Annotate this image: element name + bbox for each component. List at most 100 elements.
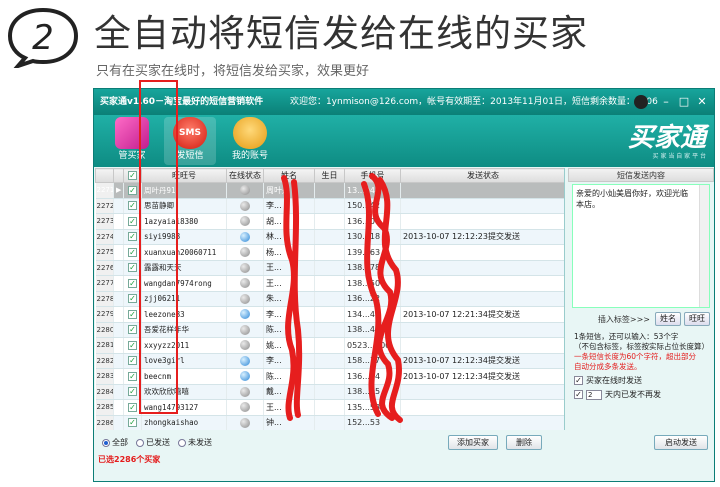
select-all-checkbox[interactable]: ✓ (128, 171, 137, 180)
check-icon[interactable]: ✓ (128, 185, 137, 195)
check-icon[interactable]: ✓ (128, 387, 137, 397)
logo-text: 买家通 (627, 123, 706, 153)
skip-sent-checkbox[interactable]: ✓ (574, 390, 583, 399)
row-number: 2272 (95, 198, 114, 214)
header-online[interactable]: 在线状态 (226, 168, 264, 183)
cell-online-status (226, 291, 264, 307)
offline-globe-icon (240, 402, 250, 413)
warning-line1: 一条短信长度为60个字符，超出部分 (574, 352, 697, 361)
filter-all[interactable]: 全部 (102, 437, 128, 448)
tag-note-line: （不包含标签，标签按实际占位长度算） (574, 342, 709, 351)
check-icon[interactable]: ✓ (128, 356, 137, 366)
row-pointer (113, 384, 124, 400)
check-icon[interactable]: ✓ (128, 232, 137, 242)
offline-globe-icon (240, 247, 250, 258)
cell-name: 戴... (263, 384, 315, 400)
row-pointer (113, 415, 124, 430)
check-icon[interactable]: ✓ (128, 371, 137, 381)
minimize-icon[interactable]: – (658, 94, 674, 110)
cell-birthday (314, 275, 345, 292)
cell-phone: 136...84 (344, 368, 401, 385)
check-icon[interactable]: ✓ (128, 247, 137, 257)
check-icon[interactable]: ✓ (128, 402, 137, 412)
cell-online-status (226, 368, 264, 385)
radio-icon[interactable] (102, 438, 110, 447)
add-buyer-button[interactable]: 添加买家 (448, 435, 498, 450)
cell-birthday (314, 182, 345, 199)
header-phone[interactable]: 手机号 (344, 168, 401, 183)
row-number: 2283 (95, 368, 114, 385)
check-icon[interactable]: ✓ (128, 278, 137, 288)
cell-send-status (400, 322, 564, 338)
row-number: 2275 (95, 244, 114, 261)
maximize-icon[interactable]: □ (676, 94, 692, 110)
online-globe-icon (240, 355, 250, 366)
table-row[interactable]: 2286 ✓ zhongkaishao 钟... 152...53 (95, 415, 564, 430)
cell-name: 杨... (263, 244, 315, 261)
char-count-line: 1条短信，还可以输入：53个字 (574, 332, 679, 341)
radio-icon[interactable] (178, 438, 186, 447)
main-toolbar: 管买家 SMS 发短信 我的账号 买家通 买 家 当 自 家 平 台 (94, 115, 714, 167)
filter-sent[interactable]: 已发送 (136, 437, 170, 448)
check-icon[interactable]: ✓ (128, 216, 137, 226)
cell-phone: 138...78 (344, 260, 401, 276)
header-arrow (113, 168, 124, 183)
length-warning: 一条短信长度为60个字符，超出部分 自动分成多条发送。 (574, 352, 710, 372)
check-icon[interactable]: ✓ (128, 418, 137, 428)
cell-online-status (226, 306, 264, 323)
row-pointer (113, 322, 124, 338)
message-panel: 短信发送内容 亲爱的小灿美眉你好，欢迎光临本店。 插入标签>>> 姓名 旺旺 1… (568, 168, 714, 430)
cell-online-status (226, 353, 264, 369)
sms-icon: SMS (173, 117, 207, 149)
start-send-button[interactable]: 启动发送 (654, 435, 708, 450)
cell-name: 陈... (263, 322, 315, 338)
check-icon[interactable]: ✓ (128, 340, 137, 350)
cell-name: 李... (263, 198, 315, 214)
delete-button[interactable]: 删除 (506, 435, 542, 450)
row-number: 2281 (95, 337, 114, 354)
cell-send-status (400, 291, 564, 307)
offline-globe-icon (240, 200, 250, 211)
bottom-bar: 全部 已发送 未发送 添加买家 删除 启动发送 (94, 430, 714, 454)
tab-my-account[interactable]: 我的账号 (224, 117, 276, 165)
check-icon[interactable]: ✓ (128, 263, 137, 273)
check-icon[interactable]: ✓ (128, 201, 137, 211)
cell-birthday (314, 198, 345, 214)
cell-send-status (400, 198, 564, 214)
cell-send-status: 2013-10-07 12:12:23提交发送 (400, 229, 564, 245)
message-textarea[interactable]: 亲爱的小灿美眉你好，欢迎光临本店。 (572, 184, 710, 308)
qq-icon[interactable] (634, 95, 648, 109)
check-icon[interactable]: ✓ (128, 325, 137, 335)
insert-wangwang-button[interactable]: 旺旺 (684, 312, 710, 326)
app-window: 买家通v1.60－淘宝最好的短信营销软件 欢迎您：1ynmison@126.co… (93, 88, 715, 482)
check-icon[interactable]: ✓ (128, 309, 137, 319)
offline-globe-icon (240, 386, 250, 397)
radio-icon[interactable] (136, 438, 144, 447)
close-icon[interactable]: ✕ (694, 94, 710, 110)
selected-count-status: 已选2286个买家 (98, 455, 161, 464)
message-scrollbar[interactable] (699, 185, 709, 307)
cell-phone: 138...95 (344, 384, 401, 400)
cell-send-status: 2013-10-07 12:21:34提交发送 (400, 306, 564, 323)
filter-unsent[interactable]: 未发送 (178, 437, 212, 448)
row-checkbox[interactable]: ✓ (123, 415, 142, 430)
status-bar (94, 467, 714, 481)
skip-sent-label: 天内已发不再发 (605, 390, 661, 399)
cell-online-status (226, 198, 264, 214)
step-bubble-icon: 2 (7, 7, 79, 68)
insert-name-button[interactable]: 姓名 (655, 312, 681, 326)
cell-phone: 138...48 (344, 322, 401, 338)
cell-online-status (226, 415, 264, 430)
online-only-checkbox[interactable]: ✓ (574, 376, 583, 385)
title-bar: 买家通v1.60－淘宝最好的短信营销软件 欢迎您：1ynmison@126.co… (94, 89, 714, 115)
cell-phone: 158...17 (344, 353, 401, 369)
cell-birthday (314, 260, 345, 276)
header-birthday[interactable]: 生日 (314, 168, 345, 183)
row-pointer (113, 229, 124, 245)
cell-send-status (400, 337, 564, 354)
check-icon[interactable]: ✓ (128, 294, 137, 304)
days-spinner[interactable]: 2 (586, 389, 602, 400)
cell-send-status (400, 244, 564, 261)
header-send-status[interactable]: 发送状态 (400, 168, 564, 183)
header-name[interactable]: 姓名 (263, 168, 315, 183)
